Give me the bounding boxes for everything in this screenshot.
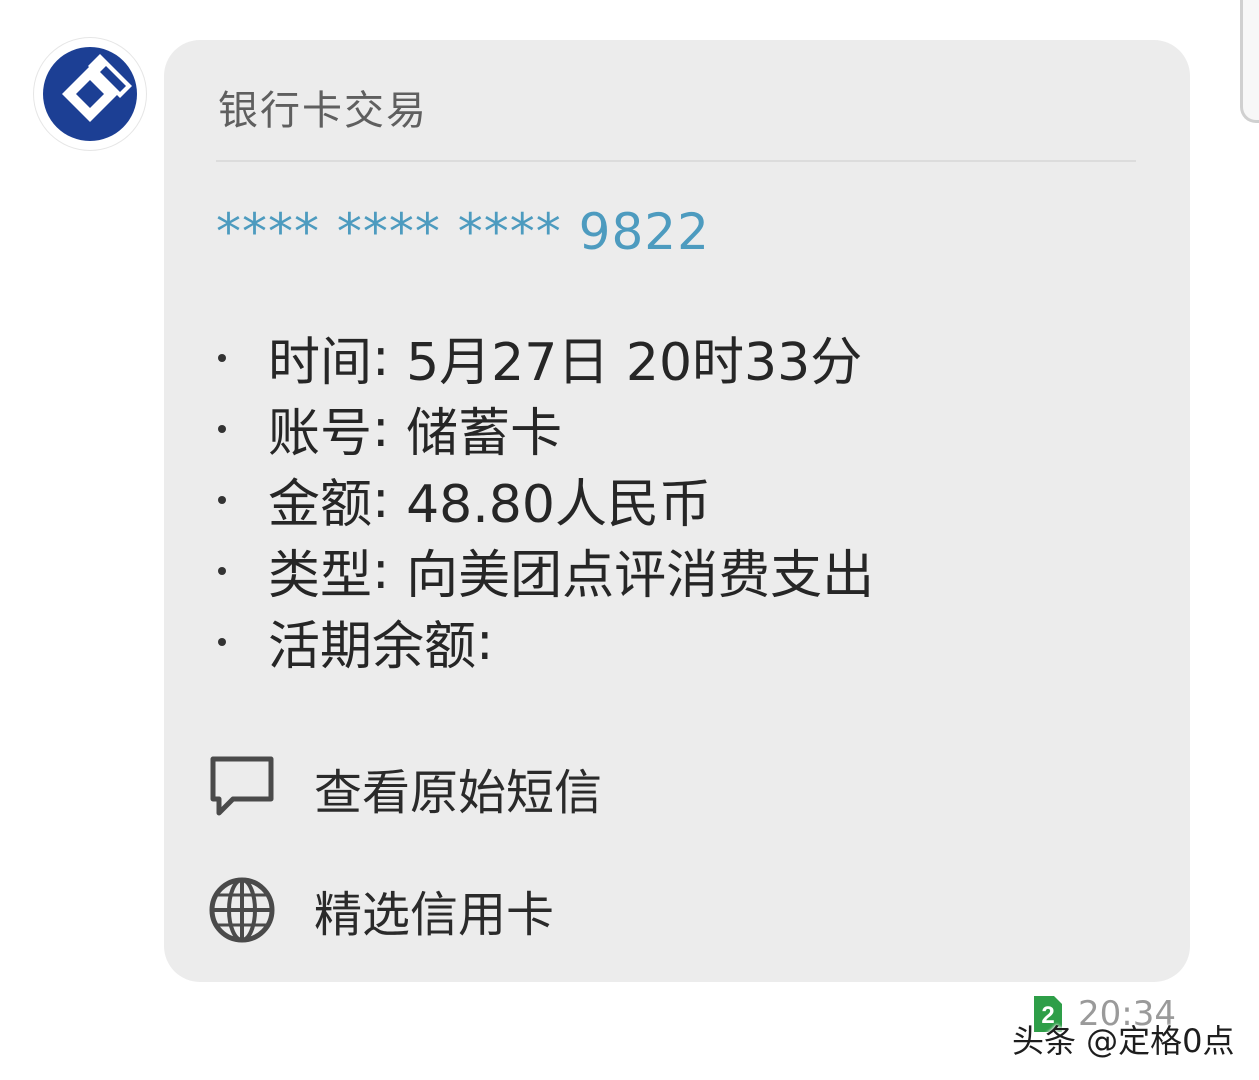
featured-credit-card-button[interactable]: 精选信用卡 <box>206 874 554 946</box>
bullet <box>218 566 226 575</box>
divider <box>216 160 1136 162</box>
view-original-sms-button[interactable]: 查看原始短信 <box>206 752 602 824</box>
action-label: 精选信用卡 <box>314 887 555 943</box>
bank-logo-icon <box>43 47 137 141</box>
detail-label: 金额 <box>268 475 373 535</box>
detail-row-time: 时间: 5月27日 20时33分 <box>212 322 874 393</box>
bullet <box>218 637 226 646</box>
detail-label: 类型 <box>268 546 373 606</box>
detail-separator: : <box>372 469 407 530</box>
detail-row-balance: 活期余额: <box>212 606 874 677</box>
sender-avatar[interactable] <box>34 38 146 150</box>
card-title: 银行卡交易 <box>218 88 428 134</box>
detail-separator: : <box>372 327 407 388</box>
detail-value: 48.80人民币 <box>406 475 711 535</box>
detail-value: 储蓄卡 <box>406 404 563 464</box>
sms-conversation-screen: 银行卡交易 **** **** **** 9822 时间: 5月27日 20时3… <box>0 0 1259 1080</box>
card-number: **** **** **** 9822 <box>216 203 710 261</box>
watermark: 头条 @定格0点 <box>1012 1022 1235 1060</box>
bullet <box>218 424 226 433</box>
detail-label: 活期余额 <box>268 617 477 677</box>
detail-value: 向美团点评消费支出 <box>406 546 875 606</box>
transaction-card[interactable]: 银行卡交易 **** **** **** 9822 时间: 5月27日 20时3… <box>164 40 1190 982</box>
detail-row-amount: 金额: 48.80人民币 <box>212 464 874 535</box>
detail-separator: : <box>372 398 407 459</box>
detail-label: 账号 <box>268 404 373 464</box>
detail-label: 时间 <box>268 333 373 393</box>
bullet <box>218 353 226 362</box>
action-label: 查看原始短信 <box>314 765 603 821</box>
globe-icon <box>206 874 278 946</box>
detail-row-account: 账号: 储蓄卡 <box>212 393 874 464</box>
detail-separator: : <box>372 540 407 601</box>
bullet <box>218 495 226 504</box>
scroll-edge[interactable] <box>1240 0 1259 123</box>
transaction-details: 时间: 5月27日 20时33分 账号: 储蓄卡 金额: 48.80人民币 类型… <box>212 322 874 677</box>
detail-value: 5月27日 20时33分 <box>406 333 863 393</box>
chat-bubble-icon <box>206 752 278 824</box>
detail-separator: : <box>476 611 494 672</box>
detail-row-type: 类型: 向美团点评消费支出 <box>212 535 874 606</box>
